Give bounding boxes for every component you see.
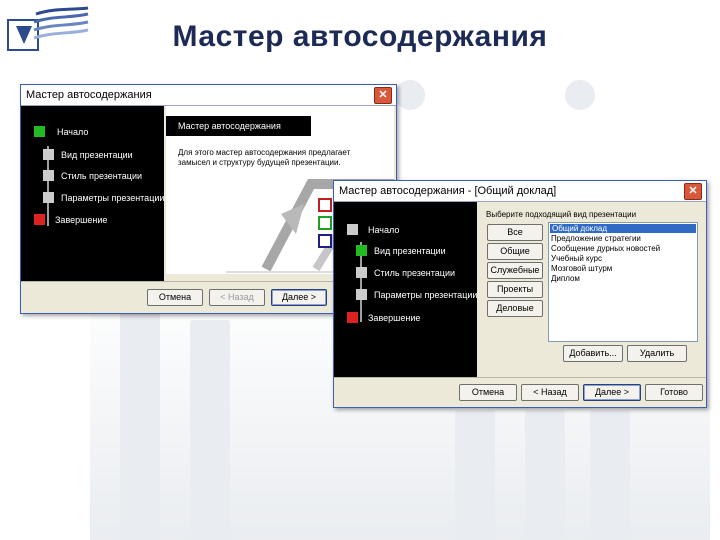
step-marker [347, 224, 358, 235]
content-description: Для этого мастер автосодержания предлага… [178, 148, 351, 167]
step-label: Завершение [55, 215, 108, 225]
remove-button[interactable]: Удалить [627, 345, 687, 362]
category-service-button[interactable]: Служебные [487, 262, 543, 279]
legend-square-red [318, 198, 332, 212]
step-marker [43, 149, 54, 160]
background-statue [565, 80, 595, 110]
close-icon[interactable]: ✕ [684, 183, 702, 200]
list-item[interactable]: Мозговой штурм [551, 264, 612, 273]
list-item-selected[interactable]: Общий доклад [550, 224, 696, 233]
step-marker-current [356, 245, 367, 256]
window-title: Мастер автосодержания [26, 89, 152, 101]
background-column [455, 410, 495, 540]
close-icon[interactable]: ✕ [374, 87, 392, 104]
step-label: Вид презентации [374, 246, 446, 256]
step-marker [356, 289, 367, 300]
background-column [525, 410, 565, 540]
background-column [120, 300, 160, 540]
step-label: Завершение [368, 313, 421, 323]
title-bar: Мастер автосодержания ✕ [21, 85, 396, 106]
step-marker-last [347, 312, 358, 323]
back-button[interactable]: < Назад [521, 384, 579, 401]
step-marker-current [34, 126, 45, 137]
step-label: Параметры презентации [374, 290, 478, 300]
step-marker [43, 170, 54, 181]
cancel-button[interactable]: Отмена [147, 289, 203, 306]
category-projects-button[interactable]: Проекты [487, 281, 543, 298]
title-bar: Мастер автосодержания - [Общий доклад] ✕ [334, 181, 706, 202]
steps-panel: Начало Вид презентации Стиль презентации… [21, 106, 164, 281]
list-item[interactable]: Учебный курс [551, 254, 602, 263]
legend-square-blue [318, 234, 332, 248]
window-title: Мастер автосодержания - [Общий доклад] [339, 185, 557, 197]
list-item[interactable]: Диплом [551, 274, 580, 283]
step-label: Начало [368, 225, 400, 235]
page-title: Мастер автосодержания [172, 20, 548, 53]
next-button[interactable]: Далее > [271, 289, 327, 306]
cancel-button[interactable]: Отмена [459, 384, 517, 401]
list-item[interactable]: Сообщение дурных новостей [551, 244, 660, 253]
finish-button[interactable]: Готово [645, 384, 703, 401]
legend-square-green [318, 216, 332, 230]
background-column [190, 320, 230, 540]
heading-bar: Мастер автосодержания [166, 116, 311, 136]
back-button[interactable]: < Назад [209, 289, 265, 306]
add-button[interactable]: Добавить... [563, 345, 623, 362]
step-marker [43, 192, 54, 203]
wizard-window-presentation-type: Мастер автосодержания - [Общий доклад] ✕… [333, 180, 707, 408]
step-marker [356, 267, 367, 278]
step-label: Параметры презентации [61, 193, 165, 203]
presentation-type-list[interactable]: Общий доклад Предложение стратегии Сообщ… [548, 222, 698, 342]
category-business-button[interactable]: Деловые [487, 300, 543, 317]
background-statue [395, 80, 425, 110]
separator [334, 377, 706, 378]
prompt-label: Выберите подходящий вид презентации [486, 210, 637, 219]
steps-panel: Начало Вид презентации Стиль презентации… [334, 202, 477, 377]
step-label: Вид презентации [61, 150, 133, 160]
content-heading: Мастер автосодержания [178, 121, 281, 131]
background-column [590, 410, 630, 540]
step-label: Начало [57, 127, 89, 137]
next-button[interactable]: Далее > [583, 384, 641, 401]
step-marker-last [34, 214, 45, 225]
list-item[interactable]: Предложение стратегии [551, 234, 641, 243]
step-label: Стиль презентации [61, 171, 143, 181]
category-general-button[interactable]: Общие [487, 243, 543, 260]
step-label: Стиль презентации [374, 268, 456, 278]
category-all-button[interactable]: Все [487, 224, 543, 241]
